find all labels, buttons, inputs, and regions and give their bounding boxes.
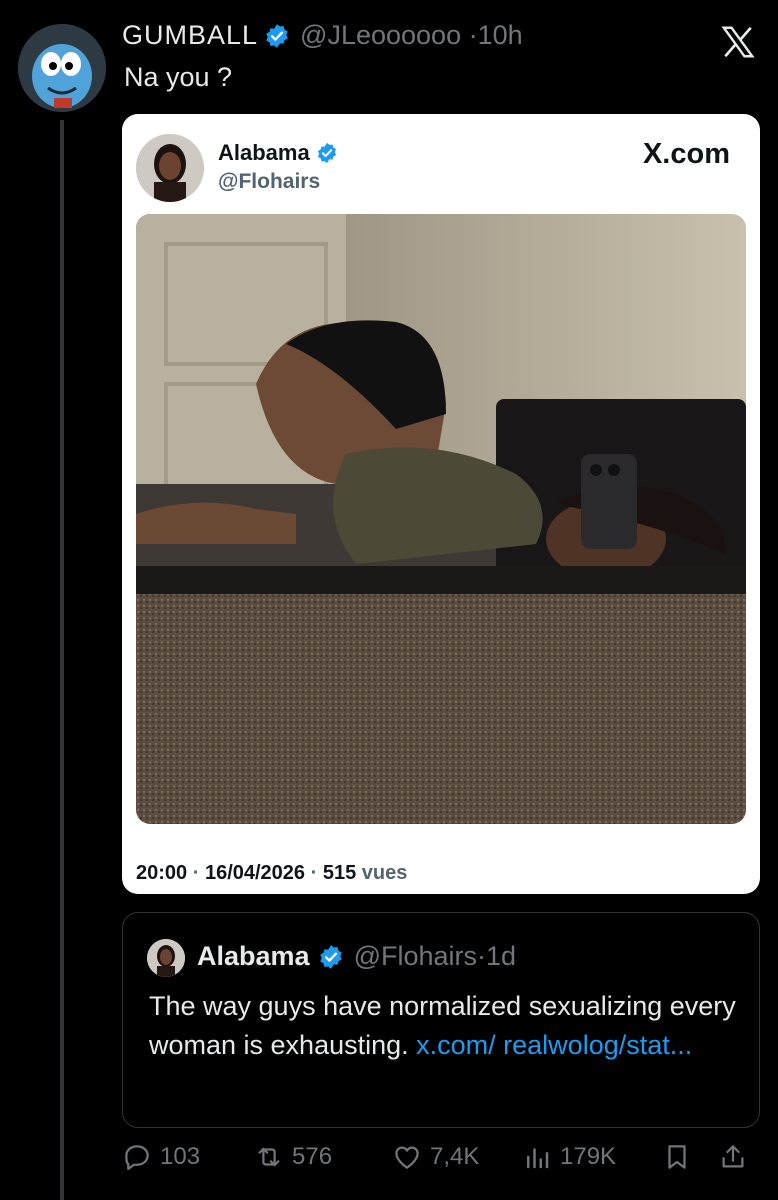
thread-line	[60, 120, 64, 1200]
photo-image-icon	[136, 214, 746, 824]
views-count: 179K	[560, 1143, 617, 1170]
views-chart-icon	[527, 1148, 549, 1169]
tweet-age: 10h	[477, 20, 523, 50]
avatar[interactable]	[18, 24, 106, 112]
share-icon	[722, 1145, 744, 1168]
display-name[interactable]: GUMBALL	[122, 20, 258, 51]
share-button[interactable]	[718, 1142, 756, 1172]
post-photo[interactable]	[136, 214, 746, 824]
card-footer: 20:00 · 16/04/2026 · 515 vues	[136, 862, 407, 885]
tweet-header: GUMBALL @JLeoooooo ·10h	[122, 20, 523, 51]
like-button[interactable]: 7,4K	[392, 1142, 479, 1172]
quote-handle-and-age: @Flohairs·1d	[354, 941, 517, 972]
card-views-count: 515	[322, 862, 357, 884]
verified-badge-icon	[266, 23, 288, 48]
card-author-avatar[interactable]	[136, 134, 204, 202]
reply-count: 103	[160, 1143, 201, 1170]
card-author-name[interactable]: Alabama	[218, 140, 310, 166]
quote-age: 1d	[486, 941, 517, 971]
bookmark-button[interactable]	[662, 1142, 700, 1172]
repost-button[interactable]: 576	[254, 1142, 332, 1172]
tweet-text: Na you ?	[124, 62, 233, 92]
card-author-handle[interactable]: @Flohairs	[218, 170, 320, 194]
card-views-label: vues	[361, 862, 408, 884]
repost-count: 576	[292, 1143, 333, 1170]
separator-dot: ·	[468, 20, 478, 50]
quote-handle: @Flohairs	[353, 941, 478, 971]
profile-photo-icon	[136, 134, 204, 202]
handle: @JLeoooooo	[300, 20, 462, 50]
x-logo-icon[interactable]	[718, 24, 758, 60]
verified-badge-icon	[317, 142, 336, 164]
card-author-row: Alabama	[218, 140, 338, 166]
quoted-tweet[interactable]: Alabama @Flohairs·1d The way guys have n…	[122, 912, 760, 1128]
quote-author-name: Alabama	[197, 941, 310, 971]
reply-button[interactable]: 103	[122, 1142, 200, 1172]
views-button[interactable]: 179K	[522, 1142, 616, 1172]
action-bar: 103 576 7,4K 179K	[122, 1142, 762, 1182]
reply-icon	[125, 1145, 149, 1170]
repost-icon	[258, 1147, 280, 1167]
like-count: 7,4K	[430, 1143, 480, 1170]
quote-link[interactable]: x.com/ realwolog/stat...	[416, 1030, 692, 1060]
quote-text: The way guys have normalized sexualizing…	[149, 987, 739, 1065]
card-date: 16/04/2026	[204, 862, 306, 884]
quote-header: Alabama @Flohairs·1d	[197, 941, 516, 972]
separator-dot: ·	[310, 862, 318, 884]
handle-and-age[interactable]: @JLeoooooo ·10h	[300, 20, 523, 51]
embedded-tweet-card[interactable]: Alabama @Flohairs X.com 20:00 · 16/04/20…	[122, 114, 760, 894]
verified-badge-icon	[319, 944, 342, 969]
bookmark-icon	[668, 1145, 686, 1169]
quote-author-avatar	[147, 939, 185, 977]
card-time: 20:00	[136, 862, 188, 884]
heart-icon	[395, 1146, 419, 1169]
gumball-avatar-icon	[18, 24, 106, 112]
separator-dot: ·	[477, 941, 487, 971]
card-brand: X.com	[642, 138, 730, 170]
profile-photo-icon	[147, 939, 185, 977]
separator-dot: ·	[192, 862, 200, 884]
